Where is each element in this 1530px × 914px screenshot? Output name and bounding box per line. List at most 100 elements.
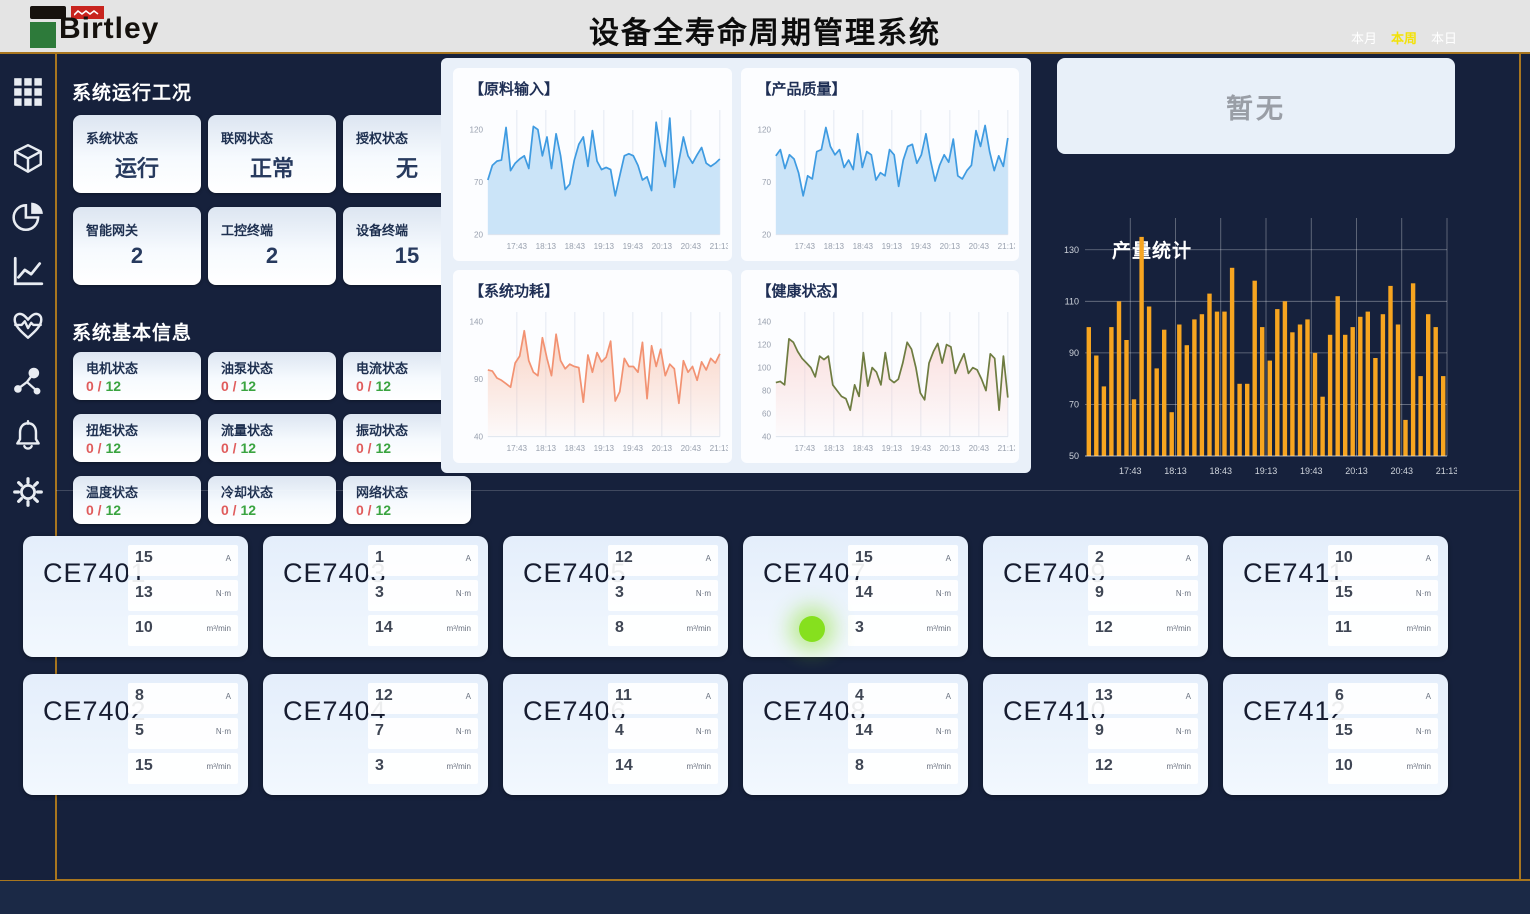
alarm-tab-本日[interactable]: 本日 [1431, 31, 1457, 46]
device-card-CE7411[interactable]: CE741110A15N·m11m³/min [1223, 536, 1448, 657]
device-value-row: 14m³/min [368, 615, 478, 646]
device-unit: m³/min [447, 762, 471, 771]
svg-text:20:43: 20:43 [681, 444, 702, 453]
device-unit: A [946, 692, 951, 701]
status-card: 系统状态运行 [73, 115, 201, 193]
device-card-CE7402[interactable]: CE74028A5N·m15m³/min [23, 674, 248, 795]
device-unit: N·m [1416, 589, 1431, 598]
svg-text:20:43: 20:43 [968, 242, 989, 251]
svg-text:60: 60 [762, 410, 772, 419]
info-total-count: 12 [375, 378, 391, 394]
device-card-CE7403[interactable]: CE74031A3N·m14m³/min [263, 536, 488, 657]
device-value: 4 [855, 687, 864, 705]
health-heart-icon[interactable] [11, 309, 45, 343]
svg-text:70: 70 [762, 178, 772, 187]
info-card-ratio: 0 / 12 [73, 439, 201, 456]
device-card-CE7409[interactable]: CE74092A9N·m12m³/min [983, 536, 1208, 657]
info-total-count: 12 [105, 378, 121, 394]
device-value-row: 4A [848, 683, 958, 714]
svg-text:20:13: 20:13 [939, 444, 960, 453]
alarm-tab-本月[interactable]: 本月 [1351, 31, 1377, 46]
device-value: 12 [1095, 757, 1113, 775]
bell-icon[interactable] [11, 419, 45, 453]
device-card-CE7406[interactable]: CE740611A4N·m14m³/min [503, 674, 728, 795]
device-unit: N·m [1416, 727, 1431, 736]
device-value-row: 8A [128, 683, 238, 714]
device-value: 3 [375, 757, 384, 775]
device-active-indicator [799, 616, 825, 642]
device-value: 11 [615, 687, 632, 705]
device-card-CE7410[interactable]: CE741013A9N·m12m³/min [983, 674, 1208, 795]
status-card-value: 正常 [208, 151, 336, 183]
device-value-row: 4N·m [608, 718, 718, 749]
chart-tile-health: 【健康状态】 17:4318:1318:4319:1319:4320:1320:… [741, 270, 1020, 463]
chart-title: 【健康状态】 [749, 276, 1016, 303]
info-total-count: 12 [105, 440, 121, 456]
molecule-icon[interactable] [11, 364, 45, 398]
right-border-line [1519, 54, 1521, 880]
device-values: 15A13N·m10m³/min [128, 545, 238, 650]
pie-chart-icon[interactable] [11, 200, 45, 234]
gear-icon[interactable] [11, 475, 45, 509]
device-value: 8 [135, 687, 144, 705]
cube-icon[interactable] [11, 142, 45, 176]
info-card-label: 冷却状态 [208, 476, 336, 501]
raw-input-chart: 17:4318:1318:4319:1319:4320:1320:4321:13… [461, 101, 728, 259]
device-unit: N·m [456, 727, 471, 736]
svg-text:20:43: 20:43 [681, 242, 702, 251]
chart-tile-product-quality: 【产品质量】 17:4318:1318:4319:1319:4320:1320:… [741, 68, 1020, 261]
device-card-CE7404[interactable]: CE740412A7N·m3m³/min [263, 674, 488, 795]
info-alarm-count: 0 / [221, 502, 240, 518]
alarm-tab-本周[interactable]: 本周 [1391, 31, 1417, 46]
apps-grid-icon[interactable] [11, 75, 45, 109]
info-card-ratio: 0 / 12 [73, 501, 201, 518]
device-values: 12A3N·m8m³/min [608, 545, 718, 650]
device-card-CE7407[interactable]: CE740715A14N·m3m³/min [743, 536, 968, 657]
device-values: 11A4N·m14m³/min [608, 683, 718, 788]
device-unit: N·m [696, 589, 711, 598]
device-value-row: 2A [1088, 545, 1198, 576]
device-value-row: 9N·m [1088, 580, 1198, 611]
device-value-row: 3N·m [368, 580, 478, 611]
info-card-label: 油泵状态 [208, 352, 336, 377]
status-card: 工控终端2 [208, 207, 336, 285]
device-value: 10 [1335, 549, 1353, 567]
info-card: 网络状态0 / 12 [343, 476, 471, 524]
device-card-CE7408[interactable]: CE74084A14N·m8m³/min [743, 674, 968, 795]
device-value-row: 15N·m [1328, 580, 1438, 611]
svg-text:19:13: 19:13 [881, 242, 902, 251]
device-card-CE7412[interactable]: CE74126A15N·m10m³/min [1223, 674, 1448, 795]
line-chart-icon[interactable] [11, 254, 45, 288]
device-unit: A [466, 554, 471, 563]
device-value: 14 [375, 619, 393, 637]
device-value-row: 15m³/min [128, 753, 238, 784]
svg-text:17:43: 17:43 [794, 242, 815, 251]
info-card: 油泵状态0 / 12 [208, 352, 336, 400]
svg-text:140: 140 [757, 317, 771, 326]
info-alarm-count: 0 / [221, 378, 240, 394]
info-card-label: 流量状态 [208, 414, 336, 439]
info-total-count: 12 [375, 502, 391, 518]
svg-text:21:13: 21:13 [1436, 466, 1457, 476]
device-card-CE7405[interactable]: CE740512A3N·m8m³/min [503, 536, 728, 657]
svg-text:19:13: 19:13 [594, 444, 615, 453]
svg-text:120: 120 [757, 340, 771, 349]
info-alarm-count: 0 / [356, 440, 375, 456]
device-unit: m³/min [927, 624, 951, 633]
device-unit: A [946, 554, 951, 563]
svg-text:18:13: 18:13 [536, 444, 557, 453]
device-unit: m³/min [207, 762, 231, 771]
device-value: 14 [615, 757, 633, 775]
section-title-system-status: 系统运行工况 [72, 78, 192, 105]
device-value-row: 6A [1328, 683, 1438, 714]
svg-text:19:13: 19:13 [1255, 466, 1278, 476]
svg-text:18:43: 18:43 [852, 444, 873, 453]
svg-text:21:13: 21:13 [710, 242, 728, 251]
info-alarm-count: 0 / [221, 440, 240, 456]
device-value-row: 3 m³/min [368, 753, 478, 784]
alarm-period-tabs: 本月本周本日 [1240, 28, 1457, 48]
device-unit: A [1426, 692, 1431, 701]
device-card-CE7401[interactable]: CE740115A13N·m10m³/min [23, 536, 248, 657]
production-bar-chart: 50709011013017:4318:1318:4319:1319:4320:… [1053, 212, 1457, 484]
status-card: 智能网关2 [73, 207, 201, 285]
